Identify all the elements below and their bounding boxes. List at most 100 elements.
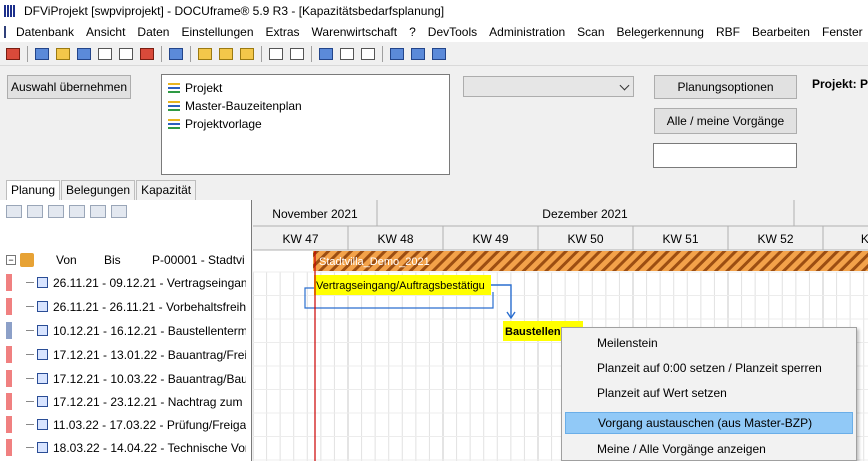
menu-item-vorgaenge-anzeigen[interactable]: Meine / Alle Vorgänge anzeigen [565, 438, 853, 460]
task-icon [37, 325, 48, 336]
row-text: 26.11.21 - 26.11.21 - Vorbehaltsfreihei [53, 299, 246, 314]
menu-fenster[interactable]: Fenster [816, 25, 868, 39]
document-icon[interactable] [167, 45, 185, 63]
task-list-header: − Von Bis P-00001 - Stadtvi [6, 250, 246, 270]
home-icon [20, 253, 34, 267]
menu-belegerkennung[interactable]: Belegerkennung [611, 25, 710, 39]
tab-belegungen[interactable]: Belegungen [61, 180, 136, 200]
chevron-down-icon [619, 80, 630, 91]
menu-datenbank[interactable]: Datenbank [10, 25, 80, 39]
list-icon [168, 101, 180, 111]
grid-icon[interactable] [388, 45, 406, 63]
settings-icon[interactable] [117, 45, 135, 63]
menu-rbf[interactable]: RBF [710, 25, 746, 39]
list-icon[interactable] [54, 45, 72, 63]
attachment-icon[interactable] [96, 45, 114, 63]
menu-bearbeiten[interactable]: Bearbeiten [746, 25, 816, 39]
projekt-label: Projekt: P- [812, 77, 868, 91]
task-icon [37, 373, 48, 384]
new-icon[interactable] [4, 45, 22, 63]
chart-icon[interactable] [409, 45, 427, 63]
list-item-projekt[interactable]: Projekt [168, 79, 443, 97]
alle-meine-vorgaenge-button[interactable]: Alle / meine Vorgänge [654, 108, 797, 134]
tree-line [26, 282, 34, 283]
table-row[interactable]: 17.12.21 - 13.01.22 - Bauantrag/Freist [6, 344, 246, 365]
list-icon[interactable] [111, 205, 127, 218]
week-label: KW [861, 232, 868, 246]
text-field[interactable] [653, 143, 797, 168]
tab-planung[interactable]: Planung [6, 180, 61, 201]
gantt-bar-label: Vertragseingang/Auftragsbestätigu [316, 280, 485, 292]
menu-bar: Datenbank Ansicht Daten Einstellungen Ex… [0, 22, 868, 42]
menu-item-planzeit-wert[interactable]: Planzeit auf Wert setzen [565, 382, 853, 404]
table-row[interactable]: 17.12.21 - 10.03.22 - Bauantrag/Baug [6, 368, 246, 389]
list-item-master-bauzeitenplan[interactable]: Master-Bauzeitenplan [168, 97, 443, 115]
table-row[interactable]: 26.11.21 - 26.11.21 - Vorbehaltsfreihei [6, 296, 246, 317]
table-row[interactable]: 10.12.21 - 16.12.21 - Baustellentermin [6, 320, 246, 341]
list-item-projektvorlage[interactable]: Projektvorlage [168, 115, 443, 133]
export-icon[interactable] [238, 45, 256, 63]
collapse-icon[interactable]: − [6, 255, 16, 265]
auswahl-uebernehmen-button[interactable]: Auswahl übernehmen [7, 75, 131, 99]
menu-item-vorgang-austauschen[interactable]: Vorgang austauschen (aus Master-BZP) [565, 412, 853, 434]
row-text: 17.12.21 - 10.03.22 - Bauantrag/Baug [53, 371, 246, 386]
row-text: 10.12.21 - 16.12.21 - Baustellentermin [53, 323, 246, 338]
planungsoptionen-button[interactable]: Planungsoptionen [654, 75, 797, 99]
menu-help[interactable]: ? [403, 25, 422, 39]
tree-line [26, 424, 34, 425]
status-stripe [6, 393, 12, 410]
contacts-icon[interactable] [75, 45, 93, 63]
window-menu-icon[interactable] [4, 26, 6, 38]
selection-list: Projekt Master-Bauzeitenplan Projektvorl… [161, 74, 450, 175]
task-icon [37, 419, 48, 430]
month-label: Dezember 2021 [542, 207, 628, 221]
project-bar-label: Stadtvilla_Demo_2021 [319, 256, 430, 268]
toolbar-separator [161, 45, 162, 62]
row-text: 17.12.21 - 13.01.22 - Bauantrag/Freist [53, 347, 246, 362]
search-icon[interactable] [288, 45, 306, 63]
tools-icon[interactable] [90, 205, 106, 218]
folder-icon[interactable] [217, 45, 235, 63]
list-item-label: Projekt [185, 81, 223, 95]
calendar-icon[interactable] [138, 45, 156, 63]
grid-view-icon[interactable] [48, 205, 64, 218]
toolbar-separator [311, 45, 312, 62]
report-icon[interactable] [430, 45, 448, 63]
card-icon[interactable] [33, 45, 51, 63]
table-row[interactable]: 18.03.22 - 14.04.22 - Technische Vorp [6, 437, 246, 458]
menu-einstellungen[interactable]: Einstellungen [175, 25, 259, 39]
indent-icon[interactable] [6, 205, 22, 218]
table-icon[interactable] [267, 45, 285, 63]
task-icon [37, 442, 48, 453]
menu-warenwirtschaft[interactable]: Warenwirtschaft [306, 25, 404, 39]
month-label: November 2021 [272, 207, 358, 221]
toolbar-separator [27, 45, 28, 62]
status-stripe [6, 322, 12, 339]
zoom-in-icon[interactable] [338, 45, 356, 63]
tab-kapazitaet[interactable]: Kapazität [136, 180, 197, 200]
menu-item-planzeit-sperren[interactable]: Planzeit auf 0:00 setzen / Planzeit sper… [565, 357, 853, 379]
menu-item-meilenstein[interactable]: Meilenstein [565, 332, 853, 354]
menu-administration[interactable]: Administration [483, 25, 571, 39]
row-text: 17.12.21 - 23.12.21 - Nachtrag zum Ba [53, 394, 246, 409]
table-row[interactable]: 17.12.21 - 23.12.21 - Nachtrag zum Ba [6, 391, 246, 412]
menu-extras[interactable]: Extras [260, 25, 306, 39]
title-bar: DFViProjekt [swpviprojekt] - DOCUframe® … [0, 0, 868, 22]
menu-devtools[interactable]: DevTools [422, 25, 483, 39]
list-icon [168, 119, 180, 129]
row-text: 26.11.21 - 09.12.21 - Vertragseingang/ [53, 275, 246, 290]
structure-icon[interactable] [196, 45, 214, 63]
window-title: DFViProjekt [swpviprojekt] - DOCUframe® … [24, 4, 445, 18]
card-view-icon[interactable] [27, 205, 43, 218]
fit-icon[interactable] [317, 45, 335, 63]
menu-ansicht[interactable]: Ansicht [80, 25, 131, 39]
filter-combobox[interactable] [463, 76, 634, 97]
task-icon [37, 301, 48, 312]
table-row[interactable]: 11.03.22 - 17.03.22 - Prüfung/Freigab [6, 414, 246, 435]
task-icon [37, 349, 48, 360]
table-view-icon[interactable] [69, 205, 85, 218]
table-row[interactable]: 26.11.21 - 09.12.21 - Vertragseingang/ [6, 272, 246, 293]
zoom-out-icon[interactable] [359, 45, 377, 63]
menu-daten[interactable]: Daten [131, 25, 175, 39]
menu-scan[interactable]: Scan [571, 25, 610, 39]
